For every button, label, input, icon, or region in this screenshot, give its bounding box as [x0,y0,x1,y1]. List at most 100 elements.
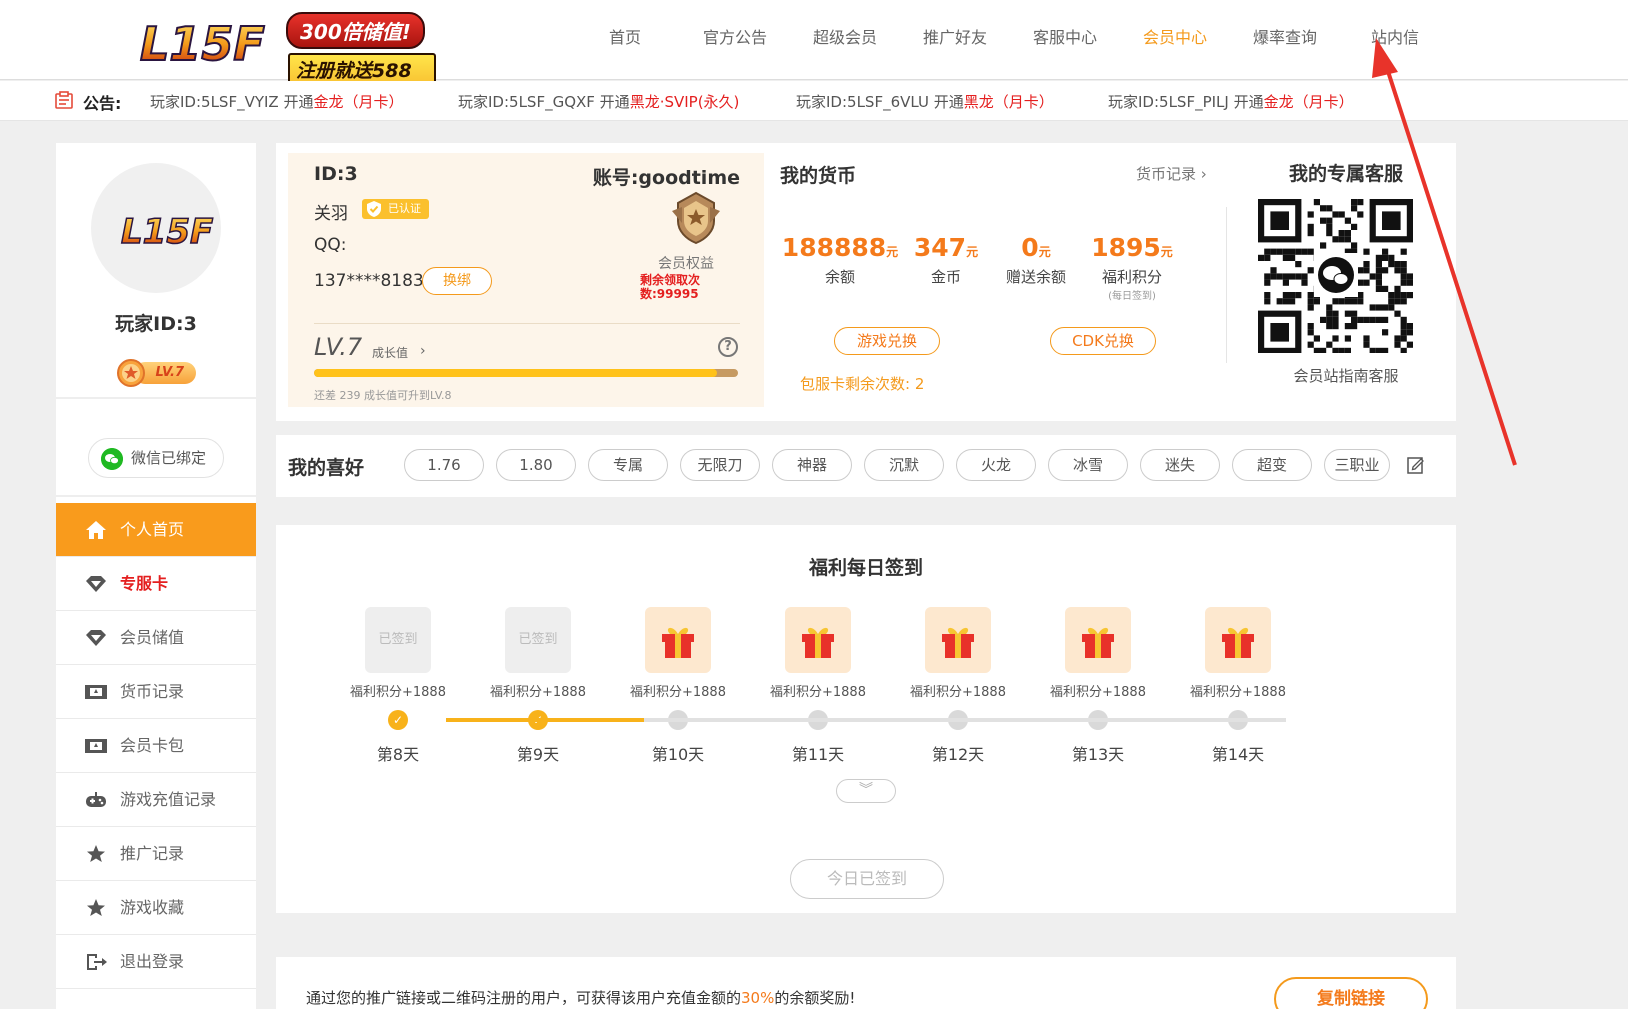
currency-unit: 元 [1038,245,1051,259]
hobby-tag[interactable]: 沉默 [864,449,944,481]
daily-signin-section: 福利每日签到 已签到福利积分+1888✓第8天已签到福利积分+1888✓第9天福… [276,525,1456,913]
notice-item[interactable]: 玩家ID:5LSF_6VLU 开通黑龙（月卡） [796,91,1054,112]
hobby-tag[interactable]: 三职业 [1324,449,1390,481]
sidebar-item-label: 游戏充值记录 [120,790,217,809]
hobbies-section: 我的喜好 1.76 1.80 专属 无限刀 神器 沉默 火龙 冰雪 迷失 超变 … [276,435,1456,497]
member-rights-label: 会员权益 [658,256,714,272]
qr-divider [1226,207,1227,363]
currency-record-label: 货币记录 [1136,165,1197,183]
signin-day[interactable]: 福利积分+1888 [758,607,878,700]
hobby-tag[interactable]: 神器 [772,449,852,481]
currency-record-link[interactable]: 货币记录 › [1136,163,1207,184]
copy-link-button[interactable]: 复制链接 [1274,977,1428,1009]
sidebar-item-game-favorites[interactable]: 游戏收藏 [56,881,256,935]
notice-bar: 公告: 玩家ID:5LSF_VYIZ 开通金龙（月卡） 玩家ID:5LSF_GQ… [0,81,1628,121]
nav-invite-friends[interactable]: 推广好友 [900,24,1010,54]
sidebar-item-card-wallet[interactable]: 会员卡包 [56,719,256,773]
cdk-exchange-button[interactable]: CDK兑换 [1050,327,1156,355]
gift-box-icon [1065,607,1131,673]
nav-announcements[interactable]: 官方公告 [680,24,790,54]
signin-day[interactable]: 已签到 福利积分+1888 [338,607,458,700]
currency-balance: 188888元 余额 [780,233,900,287]
sidebar-item-label: 会员卡包 [120,736,185,755]
hobby-tag[interactable]: 无限刀 [680,449,760,481]
signin-day-label: 第11天 [791,745,845,764]
currency-value: 0 [1021,233,1039,262]
edit-icon[interactable] [1406,455,1426,475]
medal-star-icon [117,359,145,387]
notice-item-text: 玩家ID:5LSF_VYIZ 开通 [150,93,314,111]
signed-today-button[interactable]: 今日已签到 [790,859,944,899]
notice-item[interactable]: 玩家ID:5LSF_GQXF 开通黑龙·SVIP(永久) [458,91,739,112]
sidebar-menu: 个人首页 专服卡 会员储值 货币记录 会员卡包 游戏充值记录 推广记录 游戏收藏… [56,503,256,989]
hobby-tag[interactable]: 火龙 [956,449,1036,481]
service-qr-code[interactable] [1256,197,1416,353]
ticket-icon [85,739,107,753]
service-caption: 会员站指南客服 [1293,367,1399,385]
wechat-icon [101,448,123,470]
signin-title: 福利每日签到 [808,557,923,579]
nav-super-member[interactable]: 超级会员 [790,24,900,54]
sidebar-item-label: 专服卡 [120,574,169,593]
account-overview-card: ID:3 账号:goodtime 关羽 已认证 QQ: 137****8183 … [276,143,1456,421]
home-icon [86,521,106,539]
signin-day-label: 第8天 [376,745,420,764]
star-icon [87,845,105,862]
notice-item-text: 玩家ID:5LSF_GQXF 开通 [458,93,630,111]
notice-item[interactable]: 玩家ID:5LSF_PILJ 开通金龙（月卡） [1108,91,1354,112]
nav-messages[interactable]: 站内信 [1340,24,1450,54]
hobby-tag[interactable]: 超变 [1232,449,1312,481]
signin-day-label: 第14天 [1211,745,1265,764]
sidebar-item-server-card[interactable]: 专服卡 [56,557,256,611]
wechat-bound-button[interactable]: 微信已绑定 [88,438,224,478]
avatar[interactable]: L15F [91,163,221,293]
game-exchange-button[interactable]: 游戏兑换 [834,327,940,355]
shield-check-icon [367,201,381,217]
member-rights-emblem-icon[interactable] [668,189,724,245]
hobby-tag[interactable]: 专属 [588,449,668,481]
gift-box-icon [785,607,851,673]
referral-text-before: 通过您的推广链接或二维码注册的用户，可获得该用户充值金额的 [306,989,742,1007]
chevron-right-icon[interactable]: › [420,343,426,359]
player-id: 玩家ID:3 [115,313,197,335]
expand-chevron-icon[interactable]: ︾ [836,779,896,803]
site-logo[interactable]: L15F 300倍储值! 注册就送588元! [136,6,436,113]
hobby-tag[interactable]: 1.80 [496,449,576,481]
chevron-right-icon: › [1200,165,1207,183]
sidebar-item-referral-records[interactable]: 推广记录 [56,827,256,881]
signin-day[interactable]: 福利积分+1888 [898,607,1018,700]
gift-box-icon [645,607,711,673]
nav-support[interactable]: 客服中心 [1010,24,1120,54]
signin-day[interactable]: 已签到 福利积分+1888 [478,607,598,700]
notice-icon [55,91,73,109]
star-icon [87,899,105,916]
sidebar-item-currency-records[interactable]: 货币记录 [56,665,256,719]
hobby-tag[interactable]: 迷失 [1140,449,1220,481]
diamond-icon [86,630,106,646]
gift-box-icon [1205,607,1271,673]
notice-item[interactable]: 玩家ID:5LSF_VYIZ 开通金龙（月卡） [150,91,404,112]
currency-welfare-points: 1895元 福利积分 (每日签到) [1072,233,1192,302]
phone-number: 137****8183 [314,271,424,291]
hobby-tag[interactable]: 1.76 [404,449,484,481]
referral-text: 通过您的推广链接或二维码注册的用户，可获得该用户充值金额的30%的余额奖励! [306,987,855,1008]
notice-label: 公告: [83,94,122,113]
rebind-button[interactable]: 换绑 [422,267,492,295]
help-icon[interactable]: ? [718,337,738,357]
hobby-tag[interactable]: 冰雪 [1048,449,1128,481]
growth-label[interactable]: 成长值 [372,344,408,361]
verified-badge: 已认证 [362,199,429,219]
nav-member-center[interactable]: 会员中心 [1120,24,1230,54]
signin-day[interactable]: 福利积分+1888 [1178,607,1298,700]
signin-day[interactable]: 福利积分+1888 [1038,607,1158,700]
signin-day[interactable]: 福利积分+1888 [618,607,738,700]
sidebar-item-home[interactable]: 个人首页 [56,503,256,557]
ticket-icon [85,685,107,699]
rights-remaining-count: 剩余领取次数:99995 [640,273,701,301]
sidebar-item-logout[interactable]: 退出登录 [56,935,256,989]
sidebar-item-member-topup[interactable]: 会员储值 [56,611,256,665]
nav-drop-rate[interactable]: 爆率查询 [1230,24,1340,54]
user-id: ID:3 [314,163,358,185]
nav-home[interactable]: 首页 [570,24,680,54]
sidebar-item-game-recharge[interactable]: 游戏充值记录 [56,773,256,827]
